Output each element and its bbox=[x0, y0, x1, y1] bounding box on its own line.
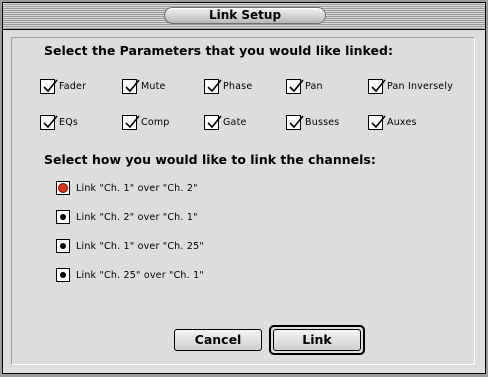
radio-label: Link "Ch. 25" over "Ch. 1" bbox=[76, 269, 204, 281]
link-heading: Select how you would like to link the ch… bbox=[44, 152, 376, 167]
checkbox-phase-box[interactable] bbox=[204, 78, 222, 94]
checkmark-icon bbox=[207, 114, 222, 128]
link-setup-dialog: Link Setup Select the Parameters that yo… bbox=[2, 2, 486, 374]
radio-link-ch25-over-ch1[interactable]: Link "Ch. 25" over "Ch. 1" bbox=[56, 267, 204, 283]
checkbox-pan[interactable]: Pan bbox=[286, 77, 323, 95]
window-title: Link Setup bbox=[164, 7, 326, 24]
checkmark-icon bbox=[43, 78, 58, 92]
title-bar[interactable]: Link Setup bbox=[3, 3, 485, 30]
checkbox-gate-label: Gate bbox=[223, 116, 247, 128]
radio-link-ch1-over-ch2[interactable]: Link "Ch. 1" over "Ch. 2" bbox=[56, 180, 198, 196]
radio-dot bbox=[60, 272, 66, 278]
checkmark-icon bbox=[125, 114, 140, 128]
checkbox-pan-inversely[interactable]: Pan Inversely bbox=[368, 77, 453, 95]
checkmark-icon bbox=[207, 78, 222, 92]
checkbox-phase[interactable]: Phase bbox=[204, 77, 252, 95]
checkbox-pan-box[interactable] bbox=[286, 78, 304, 94]
checkbox-gate-box[interactable] bbox=[204, 114, 222, 130]
checkbox-comp[interactable]: Comp bbox=[122, 113, 170, 131]
checkbox-eqs[interactable]: EQs bbox=[40, 113, 78, 131]
checkbox-eqs-label: EQs bbox=[59, 116, 79, 128]
checkbox-busses-label: Busses bbox=[305, 116, 340, 128]
checkbox-fader[interactable]: Fader bbox=[40, 77, 86, 95]
checkmark-icon bbox=[371, 114, 386, 128]
radio-label: Link "Ch. 1" over "Ch. 2" bbox=[76, 182, 198, 194]
radio-label: Link "Ch. 2" over "Ch. 1" bbox=[76, 211, 198, 223]
checkbox-comp-label: Comp bbox=[141, 116, 170, 128]
checkmark-icon bbox=[371, 78, 386, 92]
checkbox-fader-box[interactable] bbox=[40, 78, 58, 94]
checkbox-pan-inversely-box[interactable] bbox=[368, 78, 386, 94]
checkbox-busses-box[interactable] bbox=[286, 114, 304, 130]
checkbox-pan-inversely-label: Pan Inversely bbox=[387, 80, 454, 92]
radio-button[interactable] bbox=[56, 268, 70, 282]
checkbox-mute-label: Mute bbox=[141, 80, 166, 92]
checkbox-pan-label: Pan bbox=[305, 80, 323, 92]
radio-label: Link "Ch. 1" over "Ch. 25" bbox=[76, 240, 204, 252]
cancel-button[interactable]: Cancel bbox=[174, 329, 262, 351]
checkbox-gate[interactable]: Gate bbox=[204, 113, 247, 131]
checkmark-icon bbox=[43, 114, 58, 128]
checkbox-auxes-label: Auxes bbox=[387, 116, 417, 128]
checkbox-mute-box[interactable] bbox=[122, 78, 140, 94]
checkmark-icon bbox=[289, 78, 304, 92]
checkmark-icon bbox=[289, 114, 304, 128]
radio-dot bbox=[59, 184, 67, 192]
radio-dot bbox=[60, 243, 66, 249]
checkbox-mute[interactable]: Mute bbox=[122, 77, 166, 95]
checkbox-auxes-box[interactable] bbox=[368, 114, 386, 130]
checkbox-eqs-box[interactable] bbox=[40, 114, 58, 130]
radio-link-ch2-over-ch1[interactable]: Link "Ch. 2" over "Ch. 1" bbox=[56, 209, 198, 225]
checkmark-icon bbox=[125, 78, 140, 92]
checkbox-auxes[interactable]: Auxes bbox=[368, 113, 417, 131]
checkbox-phase-label: Phase bbox=[223, 80, 253, 92]
radio-dot bbox=[60, 214, 66, 220]
radio-button[interactable] bbox=[56, 239, 70, 253]
parameters-heading: Select the Parameters that you would lik… bbox=[44, 43, 393, 58]
radio-button[interactable] bbox=[56, 210, 70, 224]
radio-button-selected[interactable] bbox=[56, 181, 70, 195]
checkbox-comp-box[interactable] bbox=[122, 114, 140, 130]
radio-link-ch1-over-ch25[interactable]: Link "Ch. 1" over "Ch. 25" bbox=[56, 238, 204, 254]
checkbox-busses[interactable]: Busses bbox=[286, 113, 339, 131]
checkbox-fader-label: Fader bbox=[59, 80, 87, 92]
link-button[interactable]: Link bbox=[273, 329, 361, 351]
